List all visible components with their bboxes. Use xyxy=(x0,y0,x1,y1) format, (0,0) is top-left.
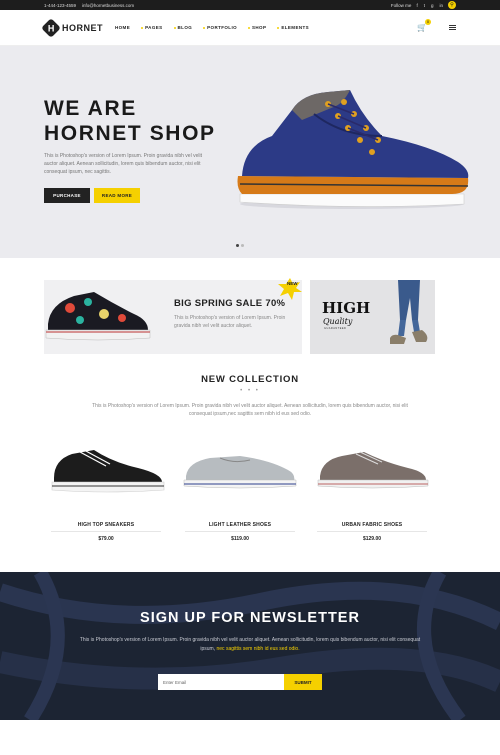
hero-title: WE ARE HORNET SHOP xyxy=(44,97,216,145)
product-name[interactable]: HIGH TOP SNEAKERS xyxy=(46,522,166,528)
slider-dot[interactable] xyxy=(236,244,239,247)
facebook-icon[interactable]: f xyxy=(416,3,417,8)
new-badge: NEW xyxy=(278,278,302,300)
nav-dot-icon xyxy=(141,26,144,29)
newsletter-section: SIGN UP FOR NEWSLETTER This is Photoshop… xyxy=(0,572,500,720)
new-collection-text: This is Photoshop's version of Lorem Ips… xyxy=(92,403,408,417)
product-card[interactable]: LIGHT LEATHER SHOES $119.00 xyxy=(180,438,300,548)
logo[interactable]: H HORNET xyxy=(41,17,103,38)
floral-sneaker-image xyxy=(45,292,151,341)
nav-shop[interactable]: SHOP xyxy=(248,25,266,30)
google-plus-icon[interactable]: g xyxy=(431,3,434,8)
search-icon[interactable]: ⚲ xyxy=(448,1,456,9)
slider-dots xyxy=(236,244,244,247)
main-header: H HORNET HOME PAGES BLOG PORTFOLIO SHOP … xyxy=(0,10,500,46)
read-more-button[interactable]: READ MORE xyxy=(94,188,140,203)
twitter-icon[interactable]: t xyxy=(424,3,425,8)
product-card[interactable]: HIGH TOP SNEAKERS $79.00 xyxy=(46,438,166,548)
page-bottom xyxy=(0,720,500,755)
linkedin-icon[interactable]: in xyxy=(439,3,443,8)
product-divider xyxy=(51,531,161,532)
nav-pages[interactable]: PAGES xyxy=(141,25,162,30)
hq-title: HIGH xyxy=(322,299,371,317)
social-links: f t g in xyxy=(416,3,443,8)
product-price: $129.00 xyxy=(362,536,382,542)
menu-icon[interactable] xyxy=(449,24,456,31)
phone-number[interactable]: 1-444-123-4559 xyxy=(44,3,76,8)
social-area: Follow me f t g in ⚲ xyxy=(391,1,456,9)
nav-dot-icon xyxy=(277,26,280,29)
follow-label: Follow me xyxy=(390,2,412,8)
product-price: $79.00 xyxy=(98,536,114,542)
hq-tagline: GUARANTEED xyxy=(324,327,347,330)
product-card[interactable]: URBAN FABRIC SHOES $129.00 xyxy=(312,438,432,548)
hero-shoe-image xyxy=(237,90,469,209)
purchase-button[interactable]: PURCHASE xyxy=(44,188,90,203)
sneaker-image xyxy=(51,449,165,493)
nav-elements[interactable]: ELEMENTS xyxy=(277,25,309,30)
cart-icon[interactable]: 🛒 0 xyxy=(417,19,431,32)
sale-title: BIG SPRING SALE 70% xyxy=(174,298,286,309)
fabric-shoe-image xyxy=(317,451,429,489)
cart-badge: 0 xyxy=(425,19,431,25)
product-name[interactable]: LIGHT LEATHER SHOES xyxy=(180,522,300,528)
sale-banner[interactable]: BIG SPRING SALE 70% This is Photoshop's … xyxy=(44,278,302,354)
nav-dot-icon xyxy=(203,26,206,29)
newsletter-title: SIGN UP FOR NEWSLETTER xyxy=(140,610,360,626)
hq-subtitle: Quality xyxy=(323,317,353,326)
nav-portfolio[interactable]: PORTFOLIO xyxy=(203,25,237,30)
submit-button[interactable]: SUBMIT xyxy=(284,674,322,690)
contact-info: 1-444-123-4559 info@hornetbusiness.com xyxy=(44,3,134,8)
nav-home[interactable]: HOME xyxy=(115,25,130,30)
product-divider xyxy=(317,531,427,532)
slider-dot[interactable] xyxy=(241,244,244,247)
sale-text: This is Photoshop's version of Lorem Ips… xyxy=(174,315,286,329)
hero-slider: WE ARE HORNET SHOP This is Photoshop's ve… xyxy=(0,46,500,258)
email-address[interactable]: info@hornetbusiness.com xyxy=(82,3,134,8)
high-quality-banner[interactable]: HIGH Quality GUARANTEED xyxy=(310,280,435,354)
logo-mark-icon: H xyxy=(41,17,61,38)
nav-blog[interactable]: BLOG xyxy=(173,25,193,30)
newsletter-text: This is Photoshop's version of Lorem Ips… xyxy=(79,637,421,652)
top-bar: 1-444-123-4559 info@hornetbusiness.com F… xyxy=(0,0,500,10)
hero-text: This is Photoshop's version of Lorem Ips… xyxy=(44,153,202,175)
product-divider xyxy=(185,531,295,532)
nav-dot-icon xyxy=(173,26,176,29)
email-field[interactable]: Enter Email xyxy=(158,674,284,690)
product-name[interactable]: URBAN FABRIC SHOES xyxy=(312,522,432,528)
title-dots: • • • xyxy=(240,388,260,394)
new-collection-title: NEW COLLECTION xyxy=(201,374,299,385)
header-actions: 🛒 0 xyxy=(417,19,456,32)
leather-shoe-image xyxy=(183,456,297,489)
nav-dot-icon xyxy=(248,26,250,29)
product-price: $119.00 xyxy=(231,536,249,542)
logo-text: HORNET xyxy=(62,22,103,33)
jeans-legs-image xyxy=(390,280,428,344)
main-nav: HOME PAGES BLOG PORTFOLIO SHOP ELEMENTS xyxy=(115,25,309,30)
